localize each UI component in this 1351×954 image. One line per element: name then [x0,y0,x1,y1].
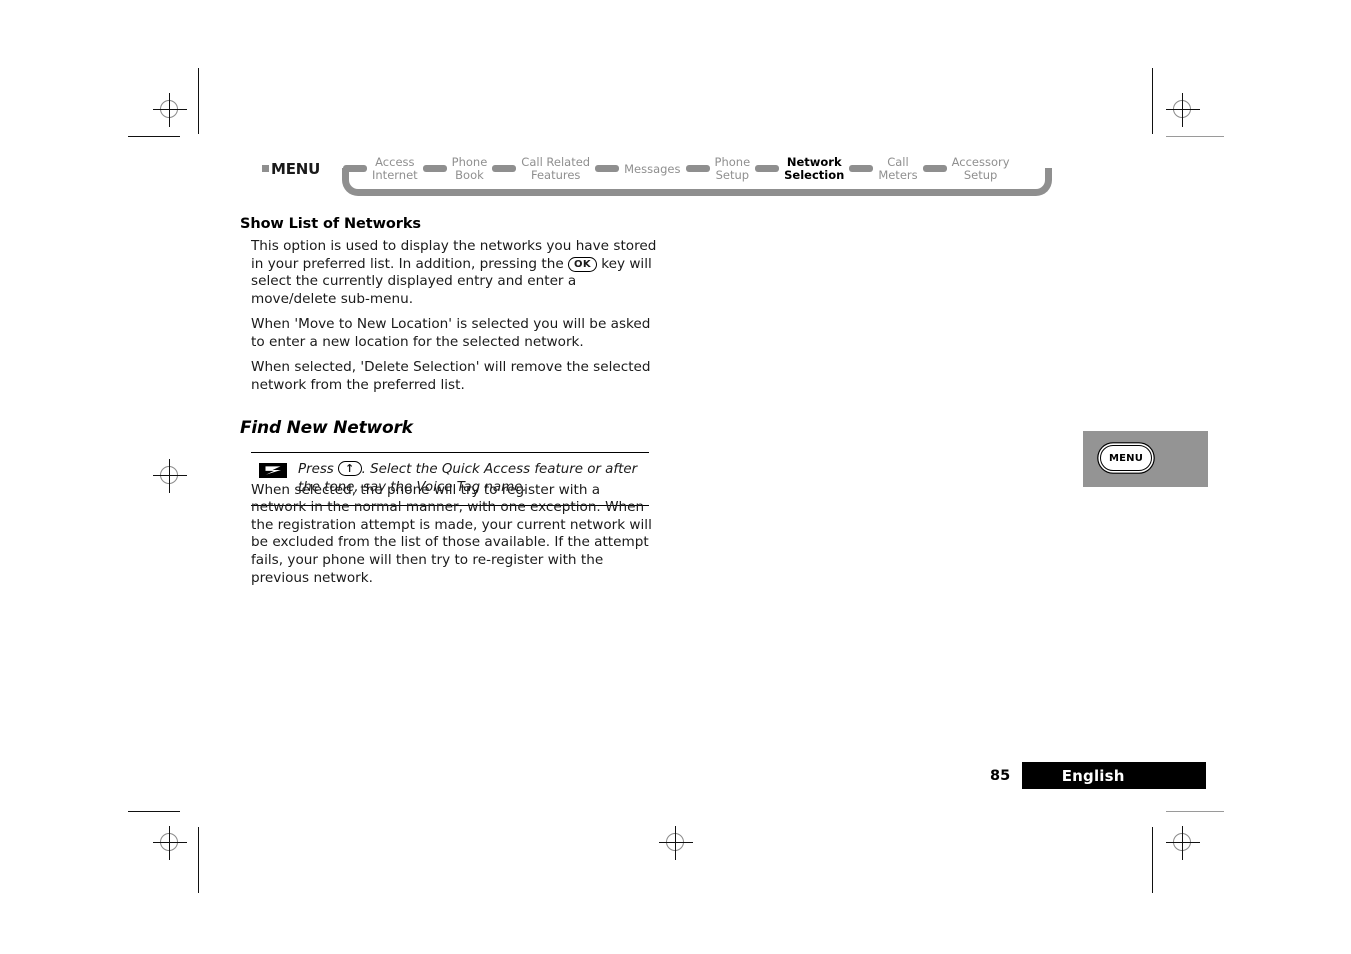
paragraph-show-list-description: This option is used to display the netwo… [240,238,660,308]
menu-path-item-access-internet[interactable]: Access Internet [372,148,418,182]
menu-path-breadcrumb: MENU Access Internet Phone Book Call Related… [262,148,1062,208]
menu-hardware-key[interactable]: MENU [1100,445,1152,471]
menu-path-item-call-meters[interactable]: Call Meters [878,148,917,182]
registration-hline [153,109,187,110]
registration-vline [1182,826,1183,860]
menu-path-item-call-related-features[interactable]: Call Related Features [521,148,590,182]
language-bar: English [1022,762,1207,789]
crop-mark-top-right [1166,136,1224,137]
registration-vline [169,93,170,127]
registration-vline [169,826,170,860]
registration-mark-bottom-right [1166,826,1200,860]
main-content: Show List of Networks This option is use… [240,216,660,506]
menu-path-items: Access Internet Phone Book Call Related Featu… [338,148,1010,188]
menu-path-item-network-selection[interactable]: Network Selection [784,148,844,182]
registration-hline [1166,109,1200,110]
registration-mark-mid-left [153,459,187,493]
up-arrow-key-icon: ↑ [338,461,362,476]
menu-path-connector [685,165,710,172]
menu-path-connector [492,165,517,172]
menu-path-connector [595,165,620,172]
section-heading-show-list-of-networks: Show List of Networks [240,216,421,232]
menu-path-item-accessory-setup[interactable]: Accessory Setup [952,148,1010,182]
language-label: English [1061,766,1125,785]
menu-path-connector [849,165,874,172]
crop-mark-vline-bottom-left [198,827,199,893]
crop-mark-vline-top-left [198,68,199,134]
page-footer: 85 English [990,762,1207,789]
lightning-bolt-icon [259,463,287,478]
registration-mark-top-right [1166,93,1200,127]
menu-key-illustration: MENU [1083,431,1208,487]
crop-mark-bottom-right [1166,811,1224,812]
crop-mark-bottom-left [128,811,180,812]
menu-path-connector [343,165,367,172]
crop-mark-top-left [128,136,180,137]
menu-path-connector [922,165,947,172]
registration-hline [1166,842,1200,843]
menu-hardware-key-label: MENU [1108,452,1144,464]
page-number: 85 [990,767,1011,784]
menu-path-connector [755,165,780,172]
menu-path-root: MENU [262,160,320,178]
ok-key-icon: OK [568,256,597,272]
menu-path-item-messages[interactable]: Messages [624,148,680,176]
square-bullet-icon [262,165,269,172]
tip-text-part-1: Press [298,462,339,477]
menu-path-item-phone-setup[interactable]: Phone Setup [715,148,751,182]
menu-path-root-label: MENU [271,160,321,178]
registration-mark-top-left [153,93,187,127]
registration-vline [1182,93,1183,127]
crop-mark-vline-top-right [1152,68,1153,134]
registration-hline [153,842,187,843]
heading-find-new-network: Find New Network [240,418,413,438]
registration-hline [659,842,693,843]
registration-vline [169,459,170,493]
registration-mark-bottom-left [153,826,187,860]
paragraph-find-new-network-description: When selected, the phone will try to reg… [251,481,652,586]
paragraph-delete-selection: When selected, 'Delete Selection' will r… [251,359,651,393]
menu-path-connector [422,165,447,172]
crop-mark-vline-bottom-right [1152,827,1153,893]
menu-path-item-phone-book[interactable]: Phone Book [452,148,488,182]
registration-hline [153,475,187,476]
paragraph-move-to-new-location: When 'Move to New Location' is selected … [251,316,651,350]
registration-vline [675,826,676,860]
registration-mark-bottom-center [659,826,693,860]
